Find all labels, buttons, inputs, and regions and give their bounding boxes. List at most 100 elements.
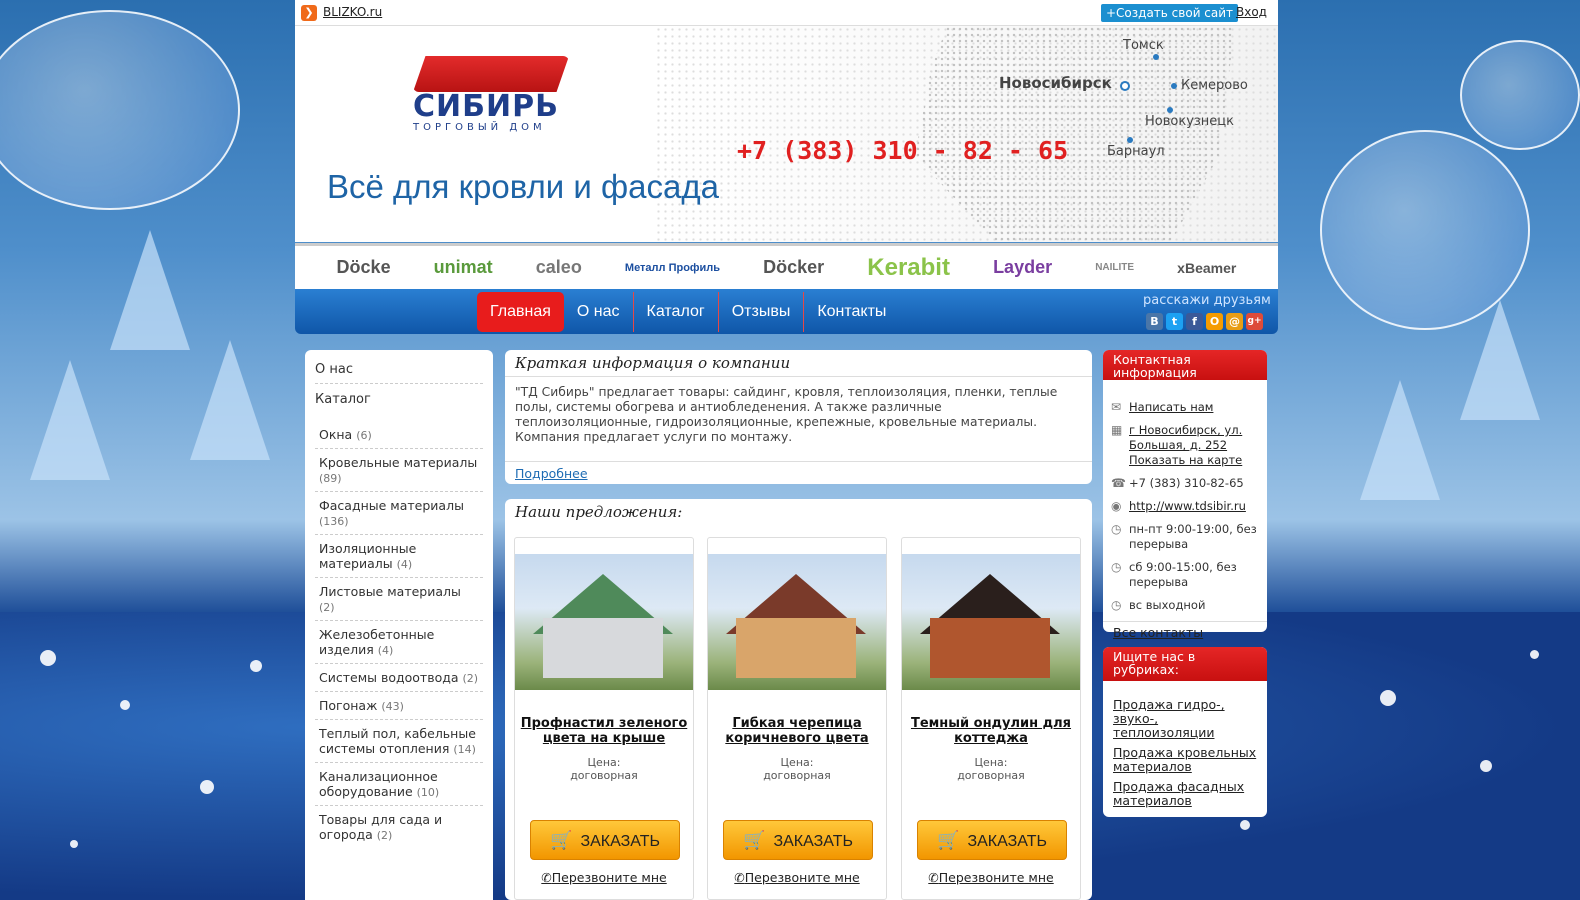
more-link[interactable]: Подробнее bbox=[505, 462, 1092, 485]
write-us-link[interactable]: Написать нам bbox=[1129, 400, 1213, 415]
order-button[interactable]: 🛒 ЗАКАЗАТЬ bbox=[723, 820, 873, 860]
sidebar-catalog-link[interactable]: Каталог bbox=[315, 390, 483, 413]
city-label: Кемерово bbox=[1181, 78, 1248, 93]
category-name: Окна bbox=[319, 427, 353, 442]
callback-label: Перезвоните мне bbox=[938, 870, 1054, 885]
sidebar-about-link[interactable]: О нас bbox=[315, 360, 483, 384]
hours-saturday: сб 9:00-15:00, без перерыва bbox=[1129, 560, 1237, 589]
product-photo[interactable] bbox=[708, 554, 886, 690]
brand-logo[interactable]: NAILITE bbox=[1095, 262, 1134, 273]
nav-home[interactable]: Главная bbox=[477, 292, 564, 332]
odnoklassniki-icon[interactable]: О bbox=[1206, 313, 1223, 330]
blizko-logo-icon[interactable]: ❯ bbox=[301, 5, 317, 21]
product-name-link[interactable]: Темный ондулин для коттеджа bbox=[906, 716, 1076, 746]
show-map-link[interactable]: Показать на карте bbox=[1129, 453, 1242, 467]
snowflake-icon bbox=[1480, 760, 1492, 772]
brand-logo[interactable]: unimat bbox=[434, 257, 493, 278]
company-logo[interactable]: СИБИРЬ ТОРГОВЫЙ ДОМ bbox=[413, 56, 573, 133]
callback-link[interactable]: ✆Перезвоните мне bbox=[902, 870, 1080, 885]
map-region-shape bbox=[915, 26, 1235, 242]
nav-contacts[interactable]: Контакты bbox=[804, 292, 899, 332]
city-dot-icon bbox=[1153, 54, 1159, 60]
photo-house bbox=[930, 618, 1050, 678]
category-count: (43) bbox=[381, 700, 404, 713]
catalog-category[interactable]: Теплый пол, кабельные системы отопления … bbox=[315, 720, 483, 763]
all-contacts-link[interactable]: Все контакты bbox=[1103, 622, 1267, 643]
mailru-icon[interactable]: @ bbox=[1226, 313, 1243, 330]
rubrics-block: Ищите нас в рубриках: Продажа гидро-, зв… bbox=[1103, 647, 1267, 817]
site-link[interactable]: http://www.tdsibir.ru bbox=[1129, 499, 1246, 514]
brand-logo[interactable]: Layder bbox=[993, 257, 1052, 278]
price-label: Цена: bbox=[974, 756, 1008, 769]
catalog-category[interactable]: Изоляционные материалы (4) bbox=[315, 535, 483, 578]
contact-write: ✉ Написать нам bbox=[1103, 396, 1267, 419]
catalog-category[interactable]: Кровельные материалы (89) bbox=[315, 449, 483, 492]
order-button[interactable]: 🛒 ЗАКАЗАТЬ bbox=[530, 820, 680, 860]
city-label: Новокузнецк bbox=[1145, 114, 1235, 129]
catalog-category[interactable]: Окна (6) bbox=[315, 421, 483, 449]
product-name-link[interactable]: Профнастил зеленого цвета на крыше bbox=[519, 716, 689, 746]
blizko-link[interactable]: BLIZKO.ru bbox=[323, 5, 382, 19]
rubric-link[interactable]: Продажа фасадных материалов bbox=[1103, 777, 1267, 811]
product-price: Цена: договорная bbox=[515, 756, 693, 782]
order-label: ЗАКАЗАТЬ bbox=[580, 833, 660, 850]
product-photo[interactable] bbox=[515, 554, 693, 690]
phone-icon: ✆ bbox=[541, 870, 552, 885]
category-count: (4) bbox=[396, 558, 413, 571]
catalog-category[interactable]: Погонаж (43) bbox=[315, 692, 483, 720]
price-label: Цена: bbox=[780, 756, 814, 769]
facebook-icon[interactable]: f bbox=[1186, 313, 1203, 330]
nav-about[interactable]: О нас bbox=[564, 292, 634, 332]
city-dot-icon bbox=[1167, 107, 1173, 113]
login-link[interactable]: Вход bbox=[1236, 5, 1267, 19]
phone-text: +7 (383) 310-82-65 bbox=[1129, 476, 1244, 490]
order-button[interactable]: 🛒 ЗАКАЗАТЬ bbox=[917, 820, 1067, 860]
tree-icon bbox=[190, 340, 270, 460]
catalog-category[interactable]: Фасадные материалы (136) bbox=[315, 492, 483, 535]
catalog-category[interactable]: Железобетонные изделия (4) bbox=[315, 621, 483, 664]
share-label: расскажи друзьям bbox=[1143, 293, 1271, 308]
clock-icon: ◷ bbox=[1111, 522, 1122, 536]
brand-logo[interactable]: Металл Профиль bbox=[625, 262, 720, 274]
brand-logo[interactable]: Kerabit bbox=[867, 254, 950, 282]
nav-catalog[interactable]: Каталог bbox=[634, 292, 719, 332]
product-photo[interactable] bbox=[902, 554, 1080, 690]
category-name: Кровельные материалы bbox=[319, 455, 478, 470]
twitter-icon[interactable]: t bbox=[1166, 313, 1183, 330]
address-link[interactable]: г Новосибирск, ул. Большая, д. 252 bbox=[1129, 423, 1242, 452]
clock-icon: ◷ bbox=[1111, 598, 1122, 612]
product-name-link[interactable]: Гибкая черепица коричневого цвета bbox=[712, 716, 882, 746]
callback-link[interactable]: ✆Перезвоните мне bbox=[515, 870, 693, 885]
brand-logo[interactable]: xBeamer bbox=[1177, 260, 1236, 276]
product-price: Цена: договорная bbox=[902, 756, 1080, 782]
tree-icon bbox=[110, 230, 190, 350]
rubric-link[interactable]: Продажа гидро-, звуко-, теплоизоляции bbox=[1103, 695, 1267, 743]
category-name: Железобетонные изделия bbox=[319, 627, 435, 657]
brand-logo[interactable]: Döcker bbox=[763, 257, 824, 278]
globe-icon: ◉ bbox=[1111, 499, 1122, 513]
city-label-main: Новосибирск bbox=[999, 74, 1112, 92]
company-info-title: Краткая информация о компании bbox=[505, 350, 1092, 377]
catalog-category[interactable]: Товары для сада и огорода (2) bbox=[315, 806, 483, 848]
catalog-category[interactable]: Листовые материалы (2) bbox=[315, 578, 483, 621]
brand-strip: Döcke unimat caleo Металл Профиль Döcker… bbox=[295, 243, 1278, 289]
vk-icon[interactable]: В bbox=[1146, 313, 1163, 330]
category-count: (14) bbox=[453, 743, 476, 756]
create-site-button[interactable]: +Создать свой сайт bbox=[1101, 4, 1239, 22]
rubric-link[interactable]: Продажа кровельных материалов bbox=[1103, 743, 1267, 777]
snowflake-icon bbox=[1240, 820, 1250, 830]
city-dot-icon bbox=[1120, 81, 1130, 91]
brand-logo[interactable]: caleo bbox=[536, 257, 582, 278]
googleplus-icon[interactable]: g+ bbox=[1246, 313, 1263, 330]
brand-logo[interactable]: Döcke bbox=[337, 257, 391, 278]
catalog-category[interactable]: Канализационное оборудование (10) bbox=[315, 763, 483, 806]
contacts-title: Контактная информация bbox=[1103, 350, 1267, 380]
cart-icon: 🛒 bbox=[937, 830, 960, 850]
order-label: ЗАКАЗАТЬ bbox=[773, 833, 853, 850]
nav-items: Главная О нас Каталог Отзывы Контакты bbox=[477, 292, 899, 332]
catalog-category[interactable]: Системы водоотвода (2) bbox=[315, 664, 483, 692]
callback-label: Перезвоните мне bbox=[551, 870, 667, 885]
callback-link[interactable]: ✆Перезвоните мне bbox=[708, 870, 886, 885]
nav-reviews[interactable]: Отзывы bbox=[719, 292, 805, 332]
contact-hours: ◷ пн-пт 9:00-19:00, без перерыва bbox=[1103, 518, 1267, 556]
